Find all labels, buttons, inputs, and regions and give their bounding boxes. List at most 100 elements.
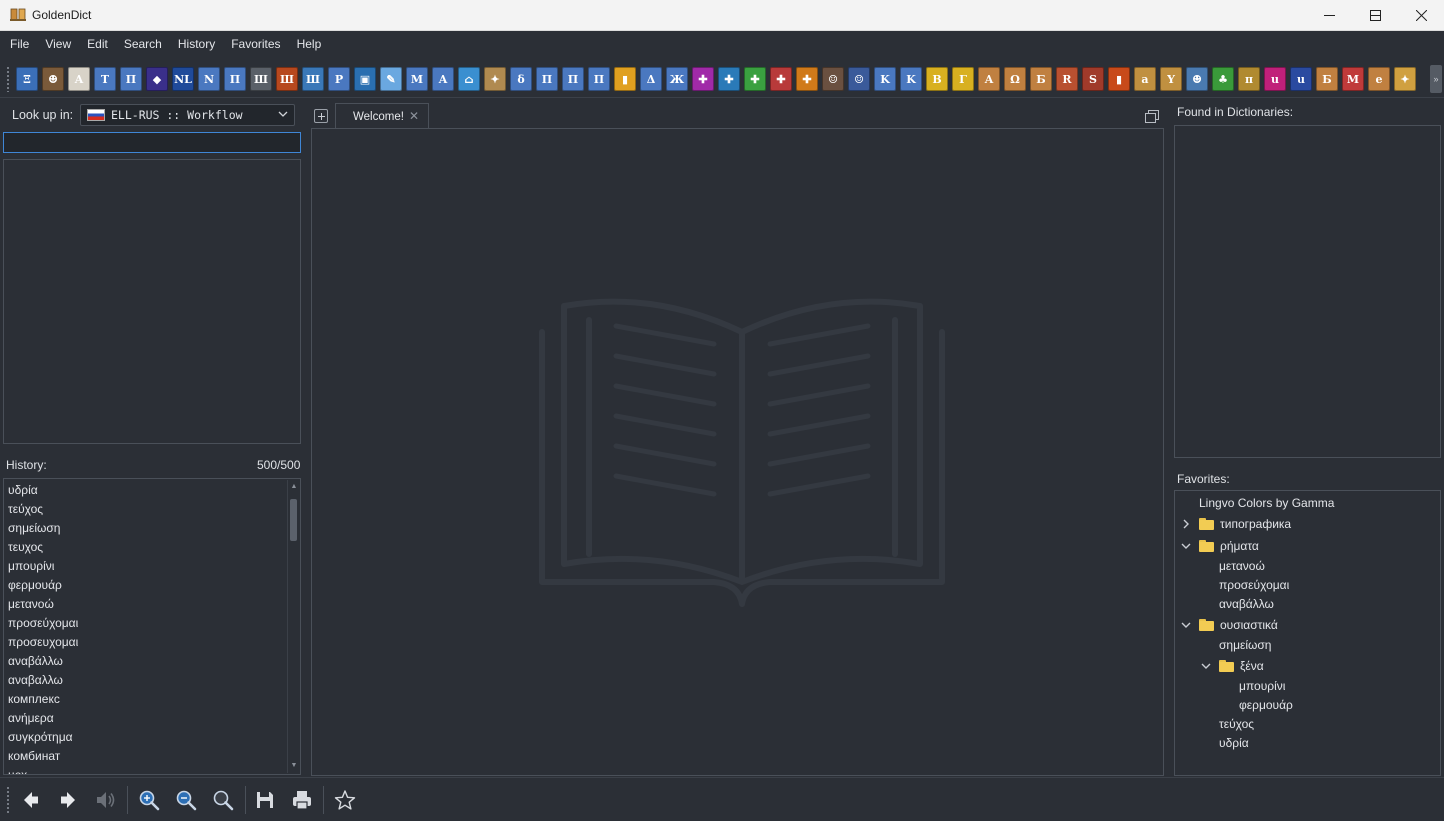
menu-edit[interactable]: Edit — [79, 31, 116, 58]
dictionary-icon[interactable]: ✎ — [380, 67, 402, 91]
dictionary-icon[interactable]: Π — [536, 67, 558, 91]
favorites-word[interactable]: μπουρίνι — [1239, 676, 1285, 696]
search-input[interactable] — [3, 132, 301, 153]
history-item[interactable]: μετανοώ — [8, 595, 300, 614]
dictionary-icon[interactable]: Τ — [94, 67, 116, 91]
history-item[interactable]: αναβάλλω — [8, 652, 300, 671]
zoom-out-button[interactable] — [173, 787, 199, 813]
close-tab-icon[interactable]: ✕ — [409, 109, 419, 123]
history-item[interactable]: μπουρίνι — [8, 557, 300, 576]
dictionary-icon[interactable]: ♣ — [1212, 67, 1234, 91]
dictionary-icon[interactable]: ▣ — [354, 67, 376, 91]
chevron-down-icon[interactable] — [1181, 620, 1191, 630]
add-to-favorites-button[interactable] — [332, 787, 358, 813]
toolbar-overflow-button[interactable]: » — [1430, 65, 1442, 93]
dictionary-icon[interactable]: N — [198, 67, 220, 91]
dictionary-icon[interactable]: R — [1056, 67, 1078, 91]
dictionary-icon[interactable]: ☻ — [1186, 67, 1208, 91]
scroll-down-icon[interactable]: ▼ — [290, 762, 298, 770]
dictionary-icon[interactable]: ✚ — [744, 67, 766, 91]
dictionary-icon[interactable]: Δ — [640, 67, 662, 91]
dictionary-icon[interactable]: п — [1238, 67, 1260, 91]
zoom-reset-button[interactable] — [210, 787, 236, 813]
dictionary-icon[interactable]: ✚ — [718, 67, 740, 91]
dictionary-icon[interactable]: ✦ — [1394, 67, 1416, 91]
dictionary-icon[interactable]: P — [328, 67, 350, 91]
found-in-dictionaries-list[interactable] — [1174, 125, 1441, 458]
dictionary-icon[interactable]: Б — [1030, 67, 1052, 91]
dictionary-icon[interactable]: δ — [510, 67, 532, 91]
dictionary-icon[interactable]: a — [1134, 67, 1156, 91]
new-tab-button[interactable] — [314, 109, 328, 123]
dictionary-icon[interactable]: ☺ — [848, 67, 870, 91]
dictionary-icon[interactable]: M — [406, 67, 428, 91]
favorites-word[interactable]: μετανοώ — [1219, 556, 1265, 576]
pronounce-button[interactable] — [92, 787, 118, 813]
dictionary-icon[interactable]: Π — [120, 67, 142, 91]
dictionary-icon[interactable]: A — [978, 67, 1000, 91]
save-button[interactable] — [252, 787, 278, 813]
dictionary-icon[interactable]: Π — [588, 67, 610, 91]
dictionary-icon[interactable]: NL — [172, 67, 194, 91]
history-item[interactable]: σημείωση — [8, 519, 300, 538]
history-item[interactable]: αναβαλλω — [8, 671, 300, 690]
menu-search[interactable]: Search — [116, 31, 170, 58]
scroll-up-icon[interactable]: ▲ — [290, 483, 298, 491]
print-button[interactable] — [289, 787, 315, 813]
dictionary-icon[interactable]: Ш — [276, 67, 298, 91]
favorites-word[interactable]: υδρία — [1219, 733, 1249, 753]
dictionary-icon[interactable]: u — [1264, 67, 1286, 91]
maximize-button[interactable] — [1352, 0, 1398, 31]
close-button[interactable] — [1398, 0, 1444, 31]
dictionary-icon[interactable]: ◆ — [146, 67, 168, 91]
dictionary-icon[interactable]: Α — [68, 67, 90, 91]
dictionary-icon[interactable]: K — [874, 67, 896, 91]
menu-file[interactable]: File — [2, 31, 37, 58]
dictionary-icon[interactable]: ▮ — [1108, 67, 1130, 91]
favorites-folder[interactable]: ρήματα — [1181, 536, 1259, 556]
history-item[interactable]: цех — [8, 766, 300, 774]
history-item[interactable]: τευχος — [8, 538, 300, 557]
back-button[interactable] — [18, 787, 44, 813]
history-scrollbar[interactable]: ▲ ▼ — [287, 480, 299, 773]
dictionary-icon[interactable]: e — [1368, 67, 1390, 91]
dictionary-icon[interactable]: ✚ — [692, 67, 714, 91]
favorites-folder[interactable]: τипографика — [1181, 514, 1291, 534]
history-item[interactable]: προσευχομαι — [8, 633, 300, 652]
dictionary-icon[interactable]: ☺ — [822, 67, 844, 91]
dictionary-icon[interactable]: ▮ — [614, 67, 636, 91]
forward-button[interactable] — [55, 787, 81, 813]
history-item[interactable]: συγκρότημα — [8, 728, 300, 747]
dictionary-icon[interactable]: A — [432, 67, 454, 91]
history-item[interactable]: ανήμερα — [8, 709, 300, 728]
word-list[interactable] — [3, 159, 301, 444]
menu-favorites[interactable]: Favorites — [223, 31, 288, 58]
favorites-tree[interactable]: Lingvo Colors by Gamma τипографика ρήματα… — [1174, 490, 1441, 776]
favorites-root[interactable]: Lingvo Colors by Gamma — [1199, 493, 1334, 513]
favorites-word[interactable]: σημείωση — [1219, 635, 1271, 655]
dictionary-icon[interactable]: Ж — [666, 67, 688, 91]
favorites-word[interactable]: φερμουάρ — [1239, 695, 1293, 715]
favorites-word[interactable]: τεύχος — [1219, 714, 1254, 734]
dictionary-icon[interactable]: Π — [562, 67, 584, 91]
dictionary-icon[interactable]: ☻ — [42, 67, 64, 91]
dictionary-icon[interactable]: K — [900, 67, 922, 91]
favorites-word[interactable]: αναβάλλω — [1219, 594, 1274, 614]
dictionary-icon[interactable]: S — [1082, 67, 1104, 91]
dictionary-icon[interactable]: Ш — [250, 67, 272, 91]
dictionary-icon[interactable]: u — [1290, 67, 1312, 91]
dictionary-icon[interactable]: ⌂ — [458, 67, 480, 91]
history-item[interactable]: комплекс — [8, 690, 300, 709]
dictionary-icon[interactable]: Y — [1160, 67, 1182, 91]
dictionary-icon[interactable]: Π — [224, 67, 246, 91]
toolbar-grip[interactable] — [6, 66, 10, 92]
dictionary-icon[interactable]: Ш — [302, 67, 324, 91]
chevron-down-icon[interactable] — [1181, 541, 1191, 551]
chevron-down-icon[interactable] — [1201, 661, 1211, 671]
dictionary-icon[interactable]: ✚ — [770, 67, 792, 91]
toolbar-grip[interactable] — [6, 786, 10, 814]
dictionary-icon[interactable]: M — [1342, 67, 1364, 91]
history-item[interactable]: φερμουάρ — [8, 576, 300, 595]
history-list[interactable]: υδρία τεύχος σημείωση τευχος μπουρίνι φερμουά… — [3, 478, 301, 775]
history-item[interactable]: προσεύχομαι — [8, 614, 300, 633]
